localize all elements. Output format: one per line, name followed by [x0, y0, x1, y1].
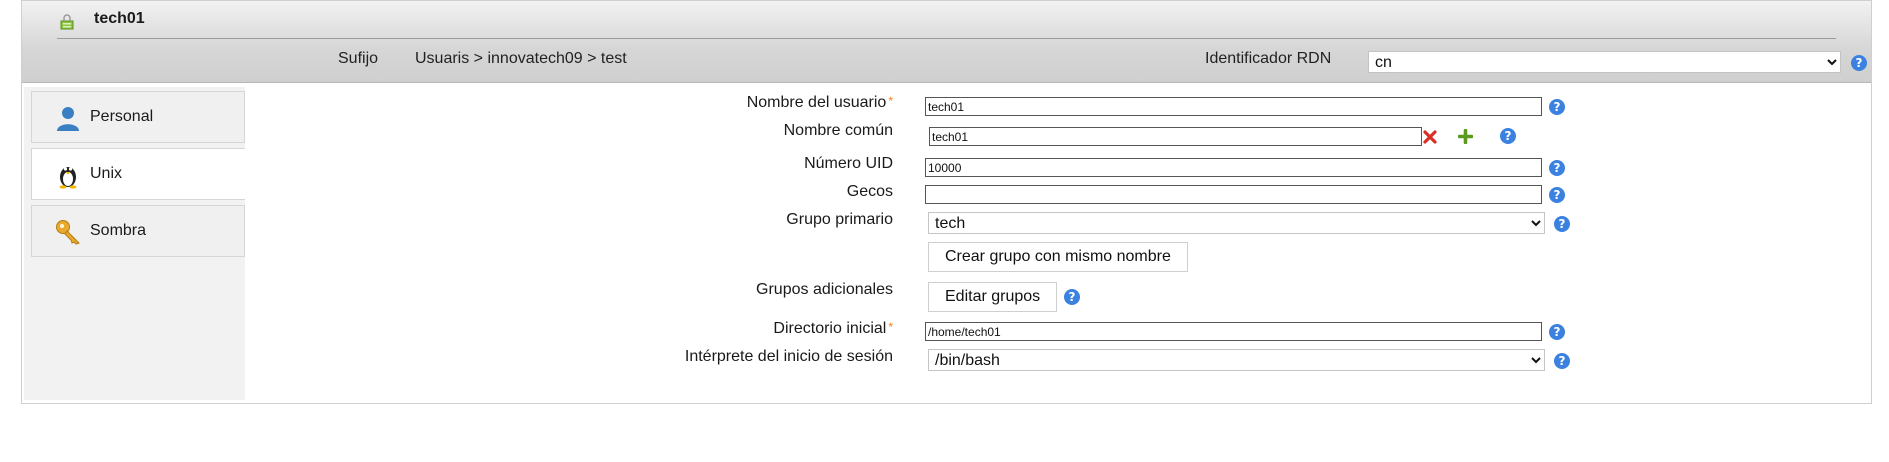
- rdn-label: Identificador RDN: [1205, 50, 1332, 67]
- required-mark: *: [888, 320, 893, 334]
- uid-help-icon[interactable]: ?: [1549, 160, 1565, 176]
- gecos-help-icon[interactable]: ?: [1549, 187, 1565, 203]
- page-title: tech01: [94, 10, 145, 27]
- tab-unix-label: Unix: [90, 165, 123, 182]
- username-help-icon[interactable]: ?: [1549, 99, 1565, 115]
- title-divider: [57, 38, 1836, 39]
- uid-label: Número UID: [804, 155, 893, 172]
- username-label: Nombre del usuario *: [747, 94, 893, 112]
- rdn-help-icon[interactable]: ?: [1851, 55, 1867, 71]
- additional-groups-label: Grupos adicionales: [756, 281, 893, 298]
- primary-group-help-icon[interactable]: ?: [1554, 216, 1570, 232]
- primary-group-select[interactable]: tech: [928, 212, 1545, 234]
- uid-input[interactable]: [925, 158, 1542, 177]
- unix-account-icon: [60, 14, 74, 30]
- home-dir-help-icon[interactable]: ?: [1549, 324, 1565, 340]
- gecos-input[interactable]: [925, 185, 1542, 204]
- common-name-label: Nombre común: [783, 122, 893, 139]
- common-name-help-icon[interactable]: ?: [1500, 128, 1516, 144]
- username-label-text: Nombre del usuario: [746, 94, 887, 111]
- key-icon: [56, 220, 80, 245]
- header-bar: tech01 Sufijo Usuaris > innovatech09 > t…: [22, 1, 1871, 83]
- remove-icon[interactable]: [1423, 130, 1437, 144]
- suffix-label: Sufijo: [338, 50, 379, 67]
- login-shell-help-icon[interactable]: ?: [1554, 353, 1570, 369]
- required-mark: *: [888, 94, 893, 108]
- sidebar: Personal Unix Sombra: [24, 87, 247, 400]
- common-name-input[interactable]: [929, 127, 1422, 146]
- tab-unix[interactable]: Unix: [31, 148, 247, 200]
- rdn-select[interactable]: cn: [1368, 51, 1841, 73]
- home-dir-input[interactable]: [925, 322, 1542, 341]
- additional-groups-help-icon[interactable]: ?: [1064, 289, 1080, 305]
- tab-sombra[interactable]: Sombra: [31, 205, 245, 257]
- tab-personal[interactable]: Personal: [31, 91, 245, 143]
- primary-group-label: Grupo primario: [786, 211, 893, 228]
- edit-groups-button[interactable]: Editar grupos: [928, 282, 1058, 312]
- tab-personal-label: Personal: [90, 108, 154, 125]
- add-icon[interactable]: [1458, 129, 1473, 144]
- login-shell-select[interactable]: /bin/bash: [928, 349, 1545, 371]
- home-dir-label-text: Directorio inicial: [773, 320, 887, 337]
- login-shell-label: Intérprete del inicio de sesión: [684, 348, 893, 365]
- tab-sombra-label: Sombra: [90, 222, 147, 239]
- username-input[interactable]: [925, 97, 1542, 116]
- suffix-path: Usuaris > innovatech09 > test: [415, 50, 627, 67]
- home-dir-label: Directorio inicial *: [773, 320, 893, 338]
- user-icon: [57, 107, 79, 131]
- gecos-label: Gecos: [846, 183, 893, 200]
- create-group-button[interactable]: Crear grupo con mismo nombre: [928, 242, 1188, 272]
- penguin-icon: [59, 167, 77, 189]
